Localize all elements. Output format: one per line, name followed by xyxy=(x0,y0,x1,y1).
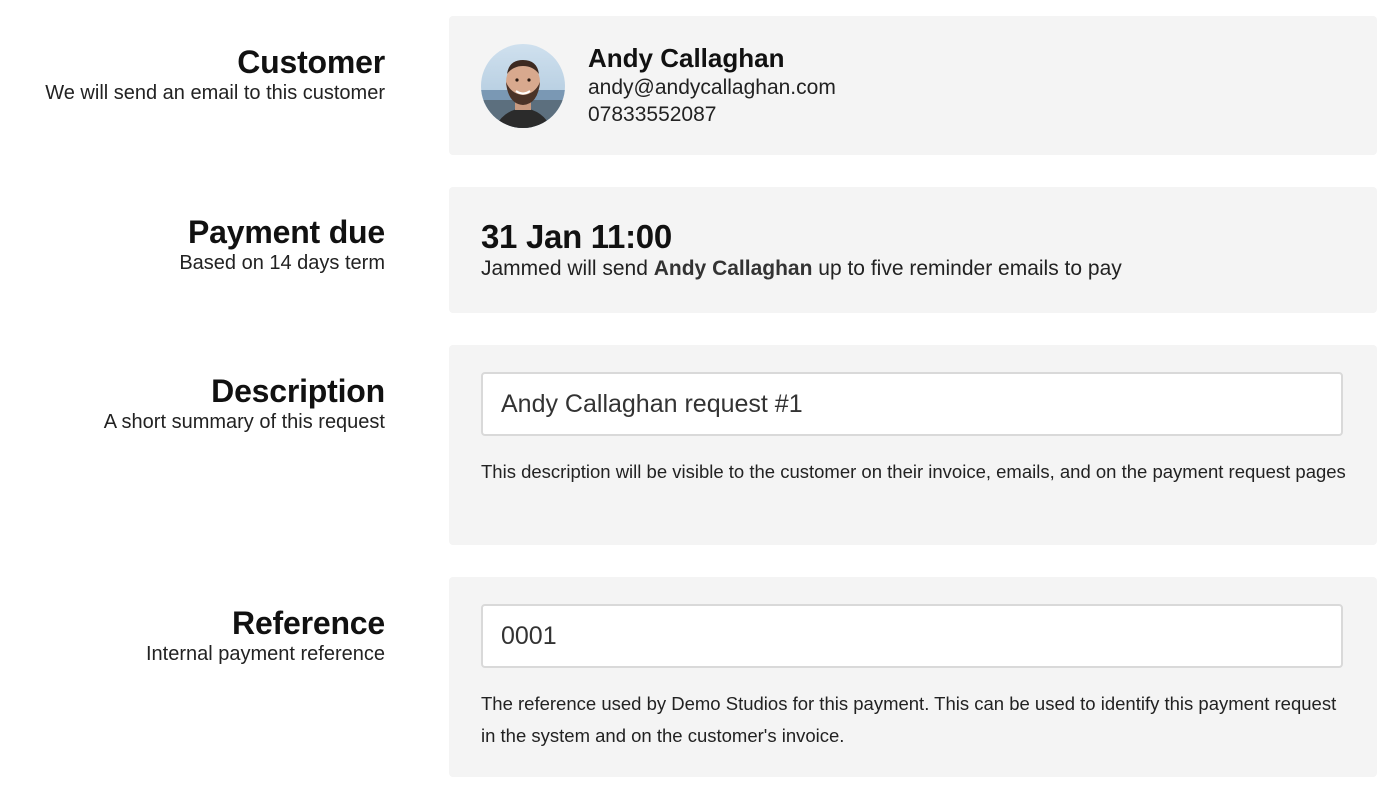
customer-avatar xyxy=(481,44,565,128)
customer-name: Andy Callaghan xyxy=(588,43,785,73)
reference-input[interactable] xyxy=(481,604,1343,668)
description-input[interactable] xyxy=(481,372,1343,436)
reference-title: Reference xyxy=(232,605,385,641)
avatar-photo-icon xyxy=(481,44,565,128)
reminder-text: Jammed will send Andy Callaghan up to fi… xyxy=(481,255,1122,283)
payment-due-subtitle: Based on 14 days term xyxy=(179,252,385,274)
payment-due-label-group: Payment due Based on 14 days term xyxy=(0,214,385,276)
description-subtitle: A short summary of this request xyxy=(103,411,385,433)
reference-label-group: Reference Internal payment reference xyxy=(0,605,385,667)
customer-label-group: Customer We will send an email to this c… xyxy=(0,44,385,106)
customer-title: Customer xyxy=(237,44,385,80)
customer-subtitle: We will send an email to this customer xyxy=(45,82,385,104)
payment-due-date: 31 Jan 11:00 xyxy=(481,218,672,255)
reminder-text-after: up to five reminder emails to pay xyxy=(812,257,1122,280)
description-label-group: Description A short summary of this requ… xyxy=(0,373,385,435)
reference-help-text: The reference used by Demo Studios for t… xyxy=(481,693,1337,746)
customer-panel: Andy Callaghan andy@andycallaghan.com 07… xyxy=(449,16,1377,155)
customer-info: Andy Callaghan andy@andycallaghan.com 07… xyxy=(588,42,836,128)
customer-phone: 07833552087 xyxy=(588,103,717,126)
description-panel: This description will be visible to the … xyxy=(449,345,1377,545)
customer-email: andy@andycallaghan.com xyxy=(588,76,836,99)
payment-due-title: Payment due xyxy=(188,214,385,250)
reference-subtitle: Internal payment reference xyxy=(145,643,385,665)
reminder-text-before: Jammed will send xyxy=(481,257,654,280)
reminder-customer-name: Andy Callaghan xyxy=(653,257,813,280)
description-help-text: This description will be visible to the … xyxy=(481,461,1346,482)
description-title: Description xyxy=(211,373,385,409)
reference-panel: The reference used by Demo Studios for t… xyxy=(449,577,1377,777)
payment-due-panel: 31 Jan 11:00 Jammed will send Andy Calla… xyxy=(449,187,1377,313)
